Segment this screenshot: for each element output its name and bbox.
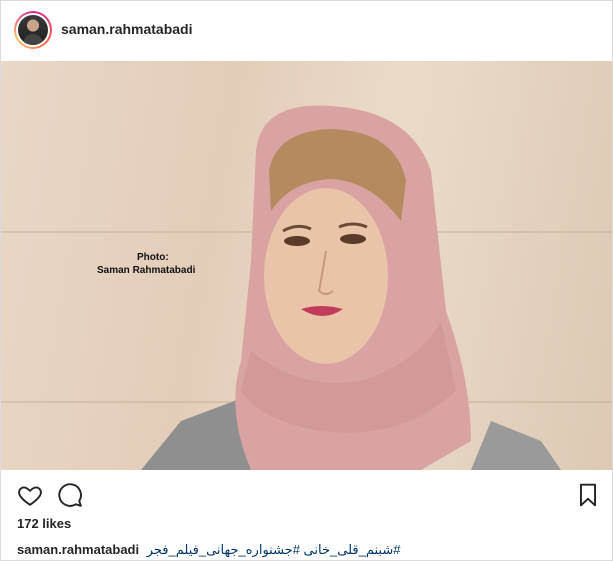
instagram-post: saman.rahmatabadi Photo: Saman Rahmataba… (0, 0, 613, 561)
jacket-right (471, 421, 561, 470)
caption-username[interactable]: saman.rahmatabadi (17, 542, 139, 557)
watermark-credit: Saman Rahmatabadi (97, 265, 196, 276)
post-header: saman.rahmatabadi (1, 1, 612, 62)
bookmark-icon[interactable] (575, 482, 601, 508)
avatar[interactable] (14, 11, 52, 49)
left-eye (284, 236, 310, 246)
heart-icon[interactable] (17, 482, 43, 508)
photo-watermark: Photo: Saman Rahmatabadi (97, 251, 195, 277)
avatar-image (18, 15, 48, 45)
comment-icon[interactable] (57, 482, 83, 508)
post-username[interactable]: saman.rahmatabadi (61, 21, 193, 37)
caption-hashtags[interactable]: #شبنم_قلی_خانی #جشنواره_جهانی_فیلم_فجر (147, 542, 401, 557)
post-actions (1, 470, 612, 516)
likes-count[interactable]: 172 likes (17, 516, 71, 531)
post-caption: saman.rahmatabadi #شبنم_قلی_خانی #جشنوار… (17, 542, 400, 558)
post-photo[interactable]: Photo: Saman Rahmatabadi (1, 61, 612, 470)
face (264, 188, 388, 364)
right-eye (340, 234, 366, 244)
portrait-figure (141, 105, 561, 470)
avatar-border (16, 13, 50, 47)
watermark-label: Photo: (137, 252, 169, 263)
